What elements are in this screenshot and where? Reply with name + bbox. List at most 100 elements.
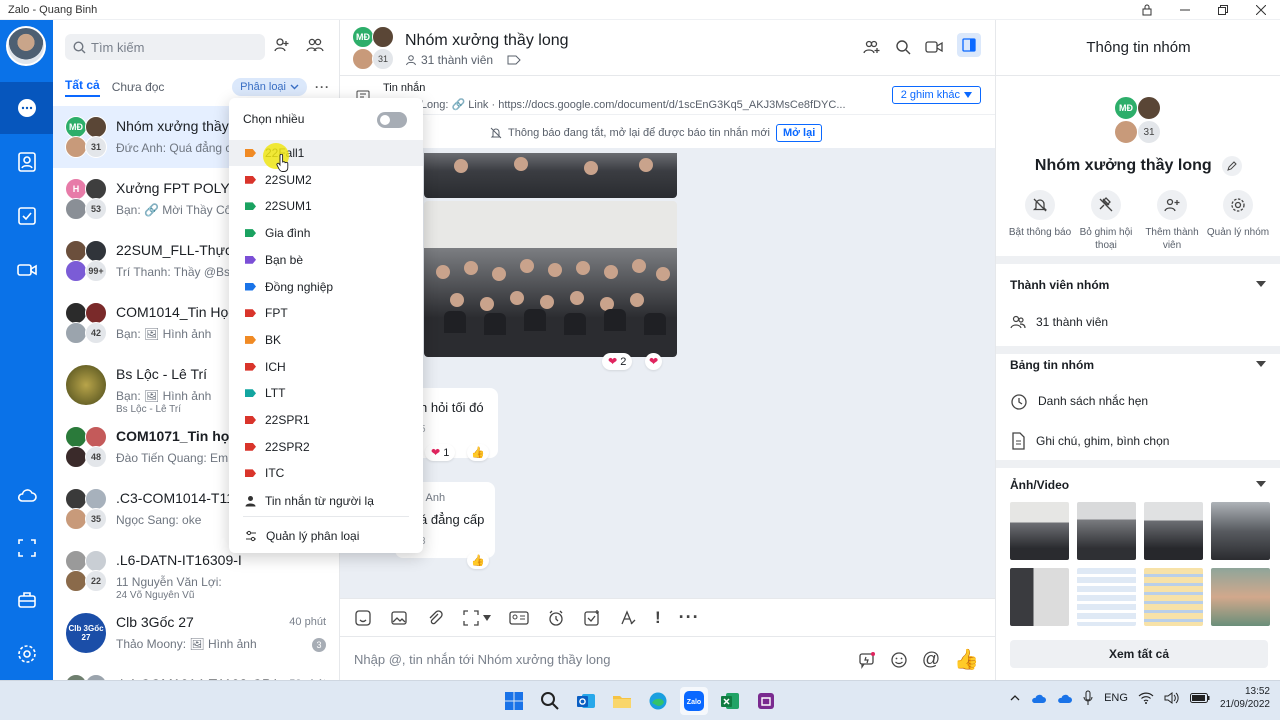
onedrive-icon[interactable] [1030, 692, 1047, 704]
attachment-icon[interactable] [426, 609, 444, 627]
members-section-title[interactable]: Thành viên nhóm [1010, 278, 1109, 292]
reminders-row[interactable]: Danh sách nhắc hẹn [1010, 392, 1148, 410]
classify-option[interactable]: 22SPR2 [229, 434, 423, 460]
classify-option[interactable]: 22Fall1 [229, 140, 423, 166]
minimize-button[interactable] [1166, 0, 1204, 20]
close-button[interactable] [1242, 0, 1280, 20]
add-reaction[interactable]: ❤ [645, 353, 663, 370]
message-input[interactable]: Nhập @, tin nhắn tới Nhóm xưởng thầy lon… [340, 636, 995, 680]
search-input[interactable]: Tìm kiếm [65, 34, 265, 60]
outlook-icon[interactable] [572, 687, 600, 715]
classify-option[interactable]: Bạn bè [229, 247, 423, 273]
classify-option[interactable]: Đồng nghiệp [229, 274, 423, 300]
unmute-button[interactable]: Mở lại [776, 124, 823, 142]
image-icon[interactable] [390, 609, 408, 627]
settings-icon[interactable] [0, 628, 53, 680]
excel-icon[interactable] [716, 687, 744, 715]
caret-down-icon[interactable] [1256, 361, 1266, 367]
classify-option[interactable]: Gia đình [229, 220, 423, 246]
microphone-icon[interactable] [1082, 690, 1094, 706]
system-clock[interactable]: 13:52 21/09/2022 [1220, 685, 1270, 711]
media-thumbnail[interactable] [1010, 568, 1069, 626]
emoji-icon[interactable] [890, 651, 908, 669]
user-avatar[interactable] [6, 26, 46, 66]
search-icon[interactable] [895, 39, 911, 55]
classify-option[interactable]: FPT [229, 300, 423, 326]
classify-option[interactable]: 22SUM1 [229, 193, 423, 219]
classify-option[interactable]: 22SPR1 [229, 407, 423, 433]
media-thumbnail[interactable] [1144, 568, 1203, 626]
more-options-icon[interactable]: ··· [315, 80, 330, 94]
search-icon[interactable] [536, 687, 564, 715]
reminder-icon[interactable] [547, 609, 565, 627]
group-avatar[interactable]: MĐ 31 [352, 26, 396, 70]
create-group-icon[interactable] [305, 36, 325, 54]
file-explorer-icon[interactable] [608, 687, 636, 715]
board-section-title[interactable]: Bảng tin nhóm [1010, 358, 1094, 372]
todo-icon[interactable] [0, 190, 53, 242]
thumbs-up-icon[interactable]: 👍 [954, 647, 979, 672]
conversation-item[interactable]: 40.L4-COM1014-T1108-CP1...Thiện: này khá… [53, 664, 339, 680]
strangers-messages-item[interactable]: Tin nhắn từ người lạ [229, 488, 423, 514]
cloud-icon[interactable] [0, 470, 53, 522]
classify-dropdown[interactable]: Phân loại [232, 78, 307, 96]
info-action-button[interactable]: Thêm thành viên [1140, 190, 1204, 252]
app-icon[interactable] [752, 687, 780, 715]
briefcase-icon[interactable] [0, 574, 53, 626]
language-indicator[interactable]: ENG [1104, 692, 1128, 704]
media-thumbnail[interactable] [1211, 568, 1270, 626]
lock-icon[interactable] [1128, 0, 1166, 20]
maximize-button[interactable] [1204, 0, 1242, 20]
sticker-icon[interactable] [354, 609, 372, 627]
tab-all[interactable]: Tất cả [65, 78, 100, 97]
shared-photo[interactable] [424, 153, 677, 198]
contact-card-icon[interactable] [509, 610, 529, 626]
add-friend-icon[interactable] [273, 36, 291, 54]
screenshot-icon[interactable] [0, 522, 53, 574]
task-icon[interactable] [583, 609, 601, 627]
tab-unread[interactable]: Chưa đọc [112, 80, 165, 94]
like-icon[interactable]: 👍 [467, 444, 489, 461]
message-reaction[interactable]: ❤ 1 [425, 444, 456, 461]
info-action-button[interactable]: Bật thông báo [1008, 190, 1072, 252]
photo-reaction[interactable]: ❤ 2 [602, 353, 633, 370]
caret-down-icon[interactable] [1256, 281, 1266, 287]
notes-row[interactable]: Ghi chú, ghim, bình chọn [1010, 432, 1169, 450]
classify-option[interactable]: BK [229, 327, 423, 353]
classify-option[interactable]: 22SUM2 [229, 167, 423, 193]
info-action-button[interactable]: Bỏ ghim hội thoại [1074, 190, 1138, 252]
pinned-message-bar[interactable]: Tin nhắn ễn Văn Long: 🔗 Link · https://d… [340, 77, 995, 115]
media-thumbnail[interactable] [1010, 502, 1069, 560]
windows-start-icon[interactable] [500, 687, 528, 715]
manage-classify-item[interactable]: Quản lý phân loại [229, 523, 423, 549]
volume-icon[interactable] [1164, 691, 1180, 705]
classify-option[interactable]: ITC [229, 460, 423, 486]
group-avatar[interactable]: MĐ 31 [1114, 96, 1162, 144]
contacts-icon[interactable] [0, 136, 53, 188]
classify-option[interactable]: LTT [229, 380, 423, 406]
edit-icon[interactable] [1222, 156, 1243, 176]
media-thumbnail[interactable] [1211, 502, 1270, 560]
tag-icon[interactable] [507, 55, 521, 65]
media-thumbnail[interactable] [1077, 502, 1136, 560]
onedrive-icon[interactable] [1056, 692, 1073, 704]
like-icon[interactable]: 👍 [467, 552, 489, 569]
capture-icon[interactable] [462, 609, 491, 627]
more-icon[interactable]: ··· [679, 607, 700, 628]
multi-select-toggle[interactable] [377, 112, 407, 128]
members-row[interactable]: 31 thành viên [1010, 314, 1108, 330]
media-thumbnail[interactable] [1144, 502, 1203, 560]
member-count[interactable]: 31 thành viên [421, 53, 493, 67]
video-call-icon[interactable] [0, 244, 53, 296]
chat-title[interactable]: Nhóm xưởng thầy long [405, 32, 569, 50]
caret-down-icon[interactable] [1256, 481, 1266, 487]
mention-icon[interactable]: @ [922, 649, 940, 670]
media-thumbnail[interactable] [1077, 568, 1136, 626]
see-all-button[interactable]: Xem tất cả [1010, 640, 1268, 668]
more-pins-button[interactable]: 2 ghim khác [891, 86, 981, 104]
edge-icon[interactable] [644, 687, 672, 715]
group-photo[interactable] [424, 201, 677, 357]
conversation-item[interactable]: Clb 3Gốc 27 Clb 3Gốc 27 Thảo Moony: 🖼 Hình… [53, 602, 339, 664]
chevron-up-icon[interactable] [1010, 695, 1020, 701]
urgent-icon[interactable]: ! [655, 608, 661, 628]
